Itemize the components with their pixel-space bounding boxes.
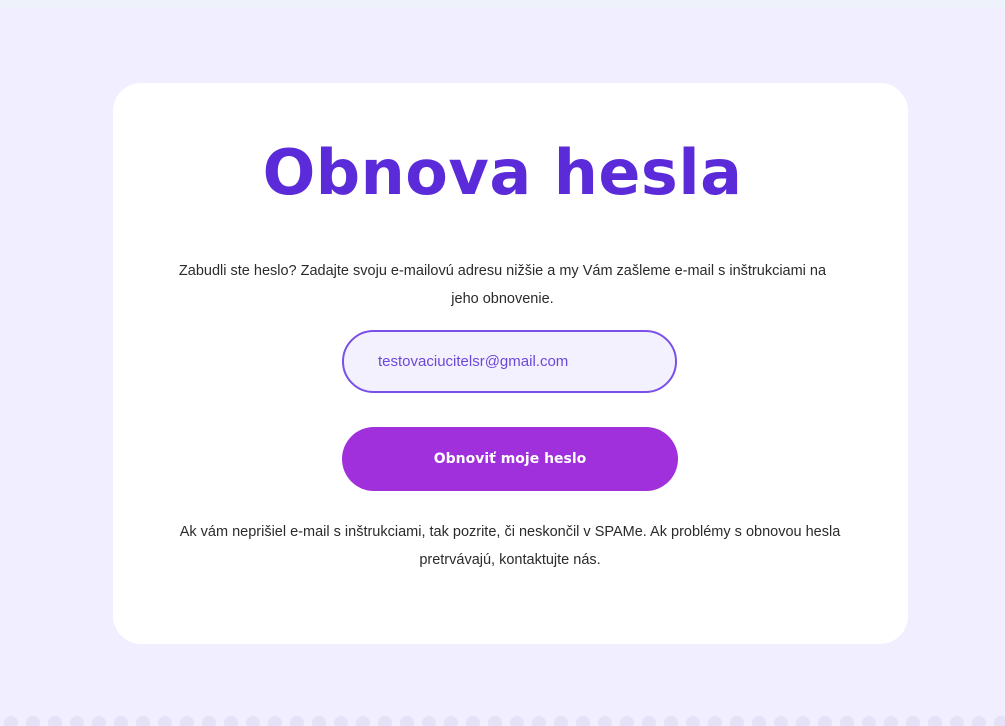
decorative-dot bbox=[928, 716, 942, 726]
decorative-dot bbox=[378, 716, 392, 726]
decorative-dot bbox=[884, 716, 898, 726]
decorative-dot bbox=[796, 716, 810, 726]
decorative-dot bbox=[180, 716, 194, 726]
decorative-dot bbox=[268, 716, 282, 726]
decorative-dot bbox=[400, 716, 414, 726]
decorative-dot bbox=[136, 716, 150, 726]
decorative-dot bbox=[422, 716, 436, 726]
page-title: Obnova hesla bbox=[262, 136, 743, 209]
decorative-dot bbox=[312, 716, 326, 726]
decorative-dot bbox=[532, 716, 546, 726]
decorative-dot bbox=[950, 716, 964, 726]
decorative-dot bbox=[994, 716, 1005, 726]
decorative-dot bbox=[466, 716, 480, 726]
decorative-dot bbox=[334, 716, 348, 726]
decorative-dot bbox=[972, 716, 986, 726]
decorative-dot bbox=[290, 716, 304, 726]
decorative-dot bbox=[4, 716, 18, 726]
decorative-dot bbox=[444, 716, 458, 726]
decorative-dot bbox=[774, 716, 788, 726]
decorative-dot bbox=[114, 716, 128, 726]
top-strip bbox=[0, 0, 1005, 8]
decorative-dots bbox=[0, 716, 1005, 726]
spam-note: Ak vám neprišiel e-mail s inštrukciami, … bbox=[179, 524, 841, 568]
decorative-dot bbox=[906, 716, 920, 726]
decorative-dot bbox=[642, 716, 656, 726]
decorative-dot bbox=[752, 716, 766, 726]
decorative-dot bbox=[862, 716, 876, 726]
decorative-dot bbox=[202, 716, 216, 726]
decorative-dot bbox=[356, 716, 370, 726]
intro-text: Zabudli ste heslo? Zadajte svoju e-mailo… bbox=[178, 263, 827, 307]
reset-password-button[interactable]: Obnoviť moje heslo bbox=[342, 427, 678, 491]
decorative-dot bbox=[92, 716, 106, 726]
decorative-dot bbox=[840, 716, 854, 726]
email-field[interactable] bbox=[342, 330, 677, 393]
decorative-dot bbox=[224, 716, 238, 726]
decorative-dot bbox=[686, 716, 700, 726]
decorative-dot bbox=[576, 716, 590, 726]
decorative-dot bbox=[620, 716, 634, 726]
decorative-dot bbox=[708, 716, 722, 726]
decorative-dot bbox=[488, 716, 502, 726]
decorative-dot bbox=[554, 716, 568, 726]
decorative-dot bbox=[818, 716, 832, 726]
decorative-dot bbox=[510, 716, 524, 726]
decorative-dot bbox=[158, 716, 172, 726]
decorative-dot bbox=[730, 716, 744, 726]
decorative-dot bbox=[246, 716, 260, 726]
decorative-dot bbox=[664, 716, 678, 726]
decorative-dot bbox=[48, 716, 62, 726]
decorative-dot bbox=[26, 716, 40, 726]
decorative-dot bbox=[598, 716, 612, 726]
decorative-dot bbox=[70, 716, 84, 726]
